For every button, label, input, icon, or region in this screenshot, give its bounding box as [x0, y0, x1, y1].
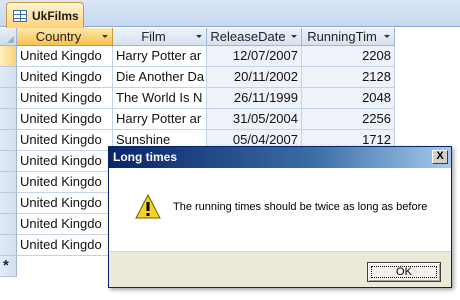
- dialog-title: Long times: [113, 150, 178, 164]
- cell-release-date[interactable]: 31/05/2004: [207, 109, 302, 130]
- cell-country[interactable]: United Kingdo: [17, 109, 113, 130]
- row-selector[interactable]: [0, 130, 17, 151]
- chevron-down-icon[interactable]: [291, 35, 297, 38]
- cell-film[interactable]: Harry Potter ar: [113, 46, 207, 67]
- cell-film[interactable]: Die Another Da: [113, 67, 207, 88]
- cell-country[interactable]: United Kingdo: [17, 235, 113, 256]
- column-header-releasedate[interactable]: ReleaseDate: [207, 28, 302, 46]
- tab-ukfilms[interactable]: UkFilms: [6, 2, 84, 28]
- cell-country[interactable]: United Kingdo: [17, 46, 113, 67]
- table-row[interactable]: United Kingdo Harry Potter ar 31/05/2004 22…: [0, 109, 460, 130]
- dialog-title-bar[interactable]: Long times X: [109, 147, 451, 168]
- cell-film[interactable]: Harry Potter ar: [113, 109, 207, 130]
- column-header-label: RunningTim: [307, 29, 377, 44]
- select-all-button[interactable]: [0, 28, 17, 46]
- message-dialog: Long times X The running times should be…: [108, 146, 452, 288]
- row-selector[interactable]: [0, 46, 17, 67]
- cell-country[interactable]: United Kingdo: [17, 172, 113, 193]
- object-tab-strip: UkFilms: [0, 0, 460, 28]
- row-selector[interactable]: [0, 109, 17, 130]
- column-header-label: Film: [141, 29, 166, 44]
- cell-film[interactable]: The World Is N: [113, 88, 207, 109]
- cell-country[interactable]: United Kingdo: [17, 193, 113, 214]
- cell-running-time[interactable]: 2256: [302, 109, 395, 130]
- column-header-film[interactable]: Film: [113, 28, 207, 46]
- row-selector[interactable]: [0, 235, 17, 256]
- chevron-down-icon[interactable]: [384, 35, 390, 38]
- row-selector[interactable]: [0, 193, 17, 214]
- cell-release-date[interactable]: 26/11/1999: [207, 88, 302, 109]
- table-row[interactable]: United Kingdo Die Another Da 20/11/2002 212…: [0, 67, 460, 88]
- cell-country[interactable]: United Kingdo: [17, 130, 113, 151]
- new-record-marker: *: [3, 257, 9, 274]
- row-selector[interactable]: [0, 151, 17, 172]
- row-selector[interactable]: [0, 172, 17, 193]
- row-selector[interactable]: *: [0, 256, 17, 277]
- chevron-down-icon[interactable]: [102, 35, 108, 38]
- row-selector[interactable]: [0, 214, 17, 235]
- cell-running-time[interactable]: 2128: [302, 67, 395, 88]
- row-selector[interactable]: [0, 88, 17, 109]
- cell-running-time[interactable]: 2208: [302, 46, 395, 67]
- header-row: Country Film ReleaseDate RunningTim: [0, 28, 460, 46]
- column-header-label: Country: [35, 29, 82, 44]
- cell-running-time[interactable]: 2048: [302, 88, 395, 109]
- focus-rectangle: [371, 266, 437, 278]
- table-icon: [13, 9, 27, 22]
- cell-release-date[interactable]: 12/07/2007: [207, 46, 302, 67]
- warning-icon: [135, 194, 161, 219]
- dialog-body: The running times should be twice as lon…: [109, 168, 451, 251]
- close-button[interactable]: X: [432, 150, 448, 164]
- column-header-country[interactable]: Country: [17, 28, 113, 46]
- row-selector[interactable]: [0, 67, 17, 88]
- cell-country[interactable]: United Kingdo: [17, 214, 113, 235]
- column-header-label: ReleaseDate: [210, 29, 286, 44]
- cell-country[interactable]: United Kingdo: [17, 151, 113, 172]
- tab-label: UkFilms: [32, 8, 79, 23]
- column-header-runningtime[interactable]: RunningTim: [302, 28, 395, 46]
- cell-country[interactable]: United Kingdo: [17, 67, 113, 88]
- ok-button[interactable]: OK: [367, 262, 441, 282]
- table-row[interactable]: United Kingdo The World Is N 26/11/1999 204…: [0, 88, 460, 109]
- table-row[interactable]: United Kingdo Harry Potter ar 12/07/2007 22…: [0, 46, 460, 67]
- cell-country[interactable]: United Kingdo: [17, 88, 113, 109]
- dialog-message: The running times should be twice as lon…: [173, 201, 428, 213]
- chevron-down-icon[interactable]: [196, 35, 202, 38]
- dialog-footer: OK: [109, 251, 451, 287]
- cell-release-date[interactable]: 20/11/2002: [207, 67, 302, 88]
